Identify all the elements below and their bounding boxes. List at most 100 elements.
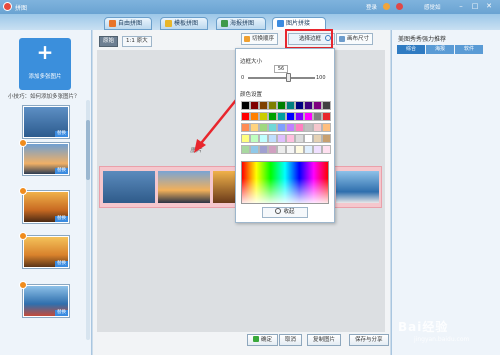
original-button[interactable]: 原始 <box>99 36 119 47</box>
close-button[interactable]: ✕ <box>484 2 494 11</box>
copy-image-button[interactable]: 复制图片 <box>307 334 342 346</box>
color-swatch[interactable] <box>304 145 313 154</box>
user-icon[interactable] <box>383 3 390 10</box>
replace-button[interactable]: 替换 <box>55 168 68 174</box>
color-swatch[interactable] <box>304 134 313 143</box>
border-size-input[interactable]: 56 <box>274 65 288 73</box>
delete-icon[interactable] <box>19 281 27 289</box>
color-swatch[interactable] <box>322 112 331 121</box>
tab-poster-collage[interactable]: 海报拼图 <box>216 17 266 30</box>
check-icon <box>253 336 259 342</box>
color-swatch[interactable] <box>295 134 304 143</box>
color-swatch[interactable] <box>277 145 286 154</box>
strip-image-5[interactable] <box>336 171 379 203</box>
color-swatch[interactable] <box>250 112 259 121</box>
color-swatch[interactable] <box>295 123 304 132</box>
color-swatch[interactable] <box>259 134 268 143</box>
template-icon <box>165 20 172 27</box>
replace-button[interactable]: 替换 <box>55 131 68 137</box>
color-swatch[interactable] <box>286 134 295 143</box>
slider-knob[interactable] <box>286 73 291 82</box>
color-swatch[interactable] <box>313 145 322 154</box>
color-swatch[interactable] <box>241 123 250 132</box>
color-swatch[interactable] <box>259 101 268 110</box>
color-swatch[interactable] <box>295 145 304 154</box>
color-swatch[interactable] <box>241 145 250 154</box>
thumbnail-1[interactable]: 替换 <box>22 105 70 139</box>
feedback-link[interactable]: 感觉如 <box>424 3 441 11</box>
color-swatch[interactable] <box>241 101 250 110</box>
color-swatch[interactable] <box>268 145 277 154</box>
ratio-button[interactable]: 1:1 原大 <box>122 36 152 47</box>
thumbnail-2[interactable]: 替换 <box>19 139 70 176</box>
replace-button[interactable]: 替换 <box>55 310 68 316</box>
left-scrollbar-thumb[interactable] <box>86 120 90 180</box>
color-swatch[interactable] <box>268 123 277 132</box>
color-swatch[interactable] <box>268 134 277 143</box>
color-swatch[interactable] <box>259 123 268 132</box>
color-swatch[interactable] <box>313 101 322 110</box>
add-images-button[interactable]: + 添加多张图片 <box>19 38 71 90</box>
cancel-button[interactable]: 取消 <box>279 334 303 346</box>
replace-button[interactable]: 替换 <box>55 216 68 222</box>
help-link[interactable]: 小技巧：如何添加多张图片？ <box>8 92 80 100</box>
color-swatch[interactable] <box>250 101 259 110</box>
minimize-button[interactable]: – <box>456 2 466 11</box>
color-swatch[interactable] <box>286 123 295 132</box>
color-swatch[interactable] <box>313 123 322 132</box>
delete-icon[interactable] <box>19 232 27 240</box>
thumbnail-5[interactable]: 替换 <box>19 281 70 318</box>
color-swatch[interactable] <box>250 145 259 154</box>
color-spectrum[interactable] <box>241 161 329 204</box>
color-swatch[interactable] <box>295 112 304 121</box>
thumbnail-3[interactable]: 替换 <box>19 187 70 224</box>
color-swatch[interactable] <box>277 101 286 110</box>
color-swatch[interactable] <box>286 145 295 154</box>
color-swatch[interactable] <box>268 101 277 110</box>
color-swatch[interactable] <box>286 101 295 110</box>
color-swatch[interactable] <box>304 123 313 132</box>
maximize-button[interactable]: □ <box>470 2 480 11</box>
color-swatch[interactable] <box>322 123 331 132</box>
border-size-slider[interactable] <box>248 77 315 79</box>
color-swatch[interactable] <box>259 145 268 154</box>
color-swatch[interactable] <box>313 134 322 143</box>
rec-tab-software[interactable]: 软件 <box>455 45 483 54</box>
color-swatch[interactable] <box>322 145 331 154</box>
shuffle-order-button[interactable]: 切换顺序 <box>241 33 279 45</box>
color-swatch[interactable] <box>268 112 277 121</box>
color-swatch[interactable] <box>241 134 250 143</box>
color-swatch[interactable] <box>322 101 331 110</box>
rec-tab-poster[interactable]: 海报 <box>426 45 454 54</box>
tab-template-collage[interactable]: 模板拼图 <box>160 17 208 30</box>
color-swatch[interactable] <box>304 101 313 110</box>
tab-free-collage[interactable]: 自由拼图 <box>104 17 152 30</box>
color-swatch[interactable] <box>250 123 259 132</box>
skin-icon[interactable] <box>396 3 403 10</box>
strip-image-1[interactable] <box>103 171 155 203</box>
strip-image-3[interactable] <box>213 171 235 203</box>
color-swatch[interactable] <box>259 112 268 121</box>
confirm-button[interactable]: 确定 <box>247 334 279 346</box>
rec-tab-general[interactable]: 综合 <box>397 45 425 54</box>
color-swatch[interactable] <box>277 134 286 143</box>
canvas-size-button[interactable]: 画布尺寸 <box>336 33 374 45</box>
color-swatch[interactable] <box>277 112 286 121</box>
color-swatch[interactable] <box>250 134 259 143</box>
color-swatch[interactable] <box>304 112 313 121</box>
color-swatch[interactable] <box>277 123 286 132</box>
color-swatch[interactable] <box>322 134 331 143</box>
delete-icon[interactable] <box>19 187 27 195</box>
tab-label: 模板拼图 <box>174 20 199 27</box>
replace-button[interactable]: 替换 <box>55 261 68 267</box>
save-share-button[interactable]: 保存与分享 <box>349 334 389 346</box>
color-swatch[interactable] <box>241 112 250 121</box>
collapse-button[interactable]: 收起 <box>262 207 308 218</box>
color-swatch[interactable] <box>286 112 295 121</box>
color-swatch[interactable] <box>313 112 322 121</box>
login-link[interactable]: 登录 <box>366 3 377 11</box>
strip-image-2[interactable] <box>158 171 210 203</box>
color-swatch[interactable] <box>295 101 304 110</box>
thumbnail-4[interactable]: 替换 <box>19 232 70 269</box>
delete-icon[interactable] <box>19 139 27 147</box>
